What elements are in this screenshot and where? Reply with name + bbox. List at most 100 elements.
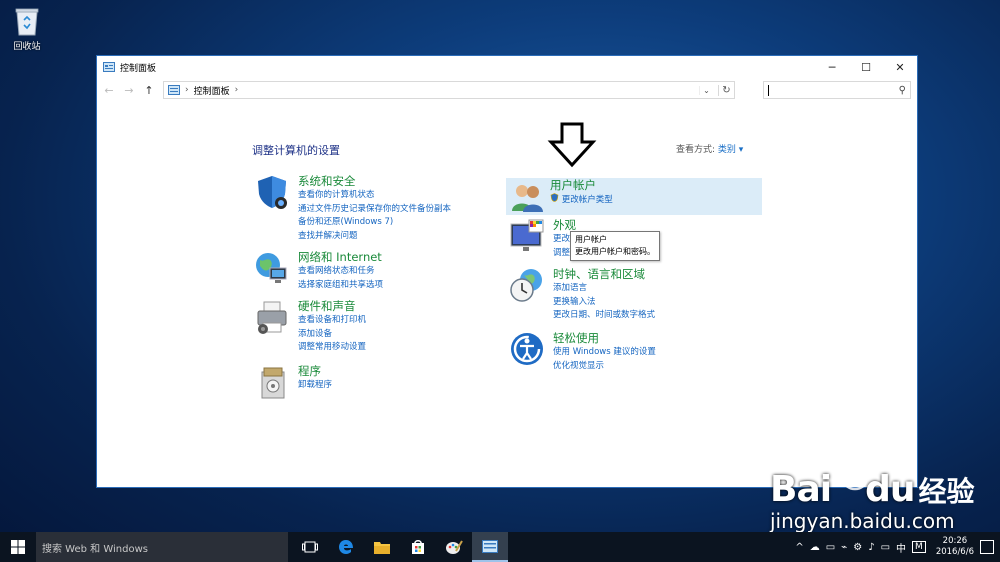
category-link[interactable]: 查看设备和打印机 [298, 314, 366, 328]
breadcrumb-separator[interactable]: › [235, 85, 239, 95]
tooltip-title: 用户帐户 [575, 235, 607, 244]
shield-icon [258, 176, 287, 209]
category-link[interactable]: 更改帐户类型 [562, 195, 613, 205]
category-link[interactable]: 更改日期、时间或数字格式 [553, 309, 655, 323]
view-by-label: 查看方式: [676, 145, 716, 155]
view-by: 查看方式: 类别 ▾ [676, 142, 743, 155]
file-explorer-button[interactable] [364, 532, 400, 562]
ime-indicator[interactable]: 中 [896, 540, 906, 555]
title-bar[interactable]: 控制面板 ─ ☐ ✕ [97, 56, 917, 78]
edge-button[interactable] [328, 532, 364, 562]
breadcrumb[interactable]: 控制面板 [194, 84, 230, 97]
category-link[interactable]: 添加语言 [553, 282, 655, 296]
control-panel-icon [103, 62, 115, 72]
watermark-brand: Bai [770, 469, 832, 510]
category-clock-language-region: 时钟、语言和区域 添加语言 更换输入法 更改日期、时间或数字格式 [509, 267, 769, 323]
printer-icon [257, 301, 287, 334]
category-link-with-shield[interactable]: 更改帐户类型 [550, 193, 613, 208]
category-ease-of-access: 轻松使用 使用 Windows 建议的设置 优化视觉显示 [509, 331, 769, 371]
baidu-watermark: Bai du 经验 jingyan.baidu.com [770, 452, 975, 532]
notification-icon[interactable] [980, 540, 994, 554]
category-title[interactable]: 用户帐户 [550, 178, 613, 193]
category-link[interactable]: 使用 Windows 建议的设置 [553, 346, 656, 360]
category-title[interactable]: 轻松使用 [553, 331, 656, 346]
category-link[interactable]: 更换输入法 [553, 296, 655, 310]
category-network-internet: 网络和 Internet 查看网络状态和任务 选择家庭组和共享选项 [254, 250, 514, 294]
clock-date: 2016/6/6 [935, 547, 974, 557]
paw-icon [834, 452, 878, 491]
category-link[interactable]: 调整常用移动设置 [298, 341, 366, 355]
category-link[interactable]: 添加设备 [298, 328, 366, 342]
control-panel-window: 控制面板 ─ ☐ ✕ ← → ↑ › 控制面板 › ⌄ ↻ ⚲ 调整计算机的设置… [96, 55, 918, 488]
store-button[interactable] [400, 532, 436, 562]
task-view-icon [302, 541, 318, 553]
ime-settings-icon[interactable]: ⚙ [853, 542, 862, 553]
start-button[interactable] [0, 532, 36, 562]
page-title: 调整计算机的设置 [252, 144, 340, 157]
category-title[interactable]: 系统和安全 [298, 174, 451, 189]
content-area: 调整计算机的设置 查看方式: 类别 ▾ 系统和安全 查看你的计算机状态 通过文件… [97, 102, 917, 487]
category-link[interactable]: 通过文件历史记录保存你的文件备份副本 [298, 203, 451, 217]
uac-shield-icon [550, 193, 559, 202]
minimize-button[interactable]: ─ [815, 56, 849, 78]
category-link[interactable]: 选择家庭组和共享选项 [298, 279, 383, 293]
search-input[interactable]: ⚲ [763, 81, 911, 99]
category-hardware-sound: 硬件和声音 查看设备和打印机 添加设备 调整常用移动设置 [254, 299, 514, 355]
category-link[interactable]: 备份和还原(Windows 7) [298, 216, 451, 230]
watermark-brand-cn: 经验 [918, 475, 975, 508]
message-icon[interactable]: ▭ [881, 542, 890, 553]
system-tray: ^ ☁ ▭ ⌁ ⚙ ♪ ▭ 中 M 20:26 2016/6/6 [795, 536, 1000, 558]
clock[interactable]: 20:26 2016/6/6 [936, 536, 974, 558]
control-panel-small-icon [168, 85, 180, 95]
volume-icon[interactable]: ♪ [868, 542, 874, 553]
taskbar: 搜索 Web 和 Windows ^ ☁ ▭ ⌁ ⚙ ♪ ▭ 中 M 20:26… [0, 532, 1000, 562]
cloud-icon[interactable]: ☁ [810, 542, 820, 553]
window-title: 控制面板 [120, 63, 157, 74]
tooltip-text: 更改用户帐户和密码。 [575, 247, 655, 256]
view-by-dropdown[interactable]: 类别 ▾ [718, 145, 743, 155]
category-title[interactable]: 时钟、语言和区域 [553, 267, 655, 282]
globe-network-icon [256, 253, 287, 283]
task-view-button[interactable] [292, 532, 328, 562]
appearance-icon [510, 219, 544, 251]
category-system-security: 系统和安全 查看你的计算机状态 通过文件历史记录保存你的文件备份副本 备份和还原… [254, 174, 514, 246]
refresh-icon[interactable]: ↻ [718, 84, 734, 96]
address-bar: ← → ↑ › 控制面板 › ⌄ ↻ ⚲ [97, 78, 917, 102]
up-arrow-icon[interactable]: ↑ [143, 84, 155, 97]
category-link[interactable]: 优化视觉显示 [553, 360, 656, 374]
category-title[interactable]: 程序 [298, 364, 332, 379]
windows-logo-icon [11, 540, 25, 554]
usb-icon[interactable]: ⌁ [841, 542, 847, 553]
category-programs: 程序 卸载程序 [254, 364, 514, 400]
paint-button[interactable] [436, 532, 472, 562]
category-link[interactable]: 卸载程序 [298, 379, 332, 393]
clock-globe-icon [510, 269, 542, 302]
chevron-up-icon[interactable]: ^ [795, 542, 803, 553]
edge-icon [339, 540, 353, 554]
forward-arrow-icon[interactable]: → [123, 84, 135, 97]
network-icon[interactable]: ▭ [826, 542, 835, 553]
category-link[interactable]: 查看网络状态和任务 [298, 265, 383, 279]
users-icon [512, 185, 543, 212]
category-title[interactable]: 网络和 Internet [298, 250, 383, 265]
chevron-down-icon[interactable]: ⌄ [699, 85, 713, 95]
ease-of-access-icon [511, 333, 543, 365]
clock-time: 20:26 [942, 536, 968, 546]
back-arrow-icon[interactable]: ← [103, 84, 115, 97]
control-panel-taskbar-button[interactable] [472, 532, 508, 562]
recycle-bin-icon [14, 6, 40, 36]
category-title[interactable]: 硬件和声音 [298, 299, 366, 314]
recycle-bin-label: 回收站 [13, 42, 41, 52]
category-link[interactable]: 查找并解决问题 [298, 230, 451, 244]
maximize-button[interactable]: ☐ [849, 56, 883, 78]
tooltip: 用户帐户 更改用户帐户和密码。 [570, 231, 660, 261]
search-icon[interactable]: ⚲ [899, 85, 906, 96]
breadcrumb-separator[interactable]: › [185, 85, 189, 95]
close-button[interactable]: ✕ [883, 56, 917, 78]
category-link[interactable]: 查看你的计算机状态 [298, 189, 451, 203]
ime-mode[interactable]: M [912, 541, 926, 553]
taskbar-search[interactable]: 搜索 Web 和 Windows [36, 532, 288, 562]
address-input[interactable]: › 控制面板 › ⌄ ↻ [163, 81, 735, 99]
recycle-bin[interactable]: 回收站 [6, 6, 48, 52]
category-user-accounts[interactable]: 用户帐户 更改帐户类型 [506, 178, 762, 215]
